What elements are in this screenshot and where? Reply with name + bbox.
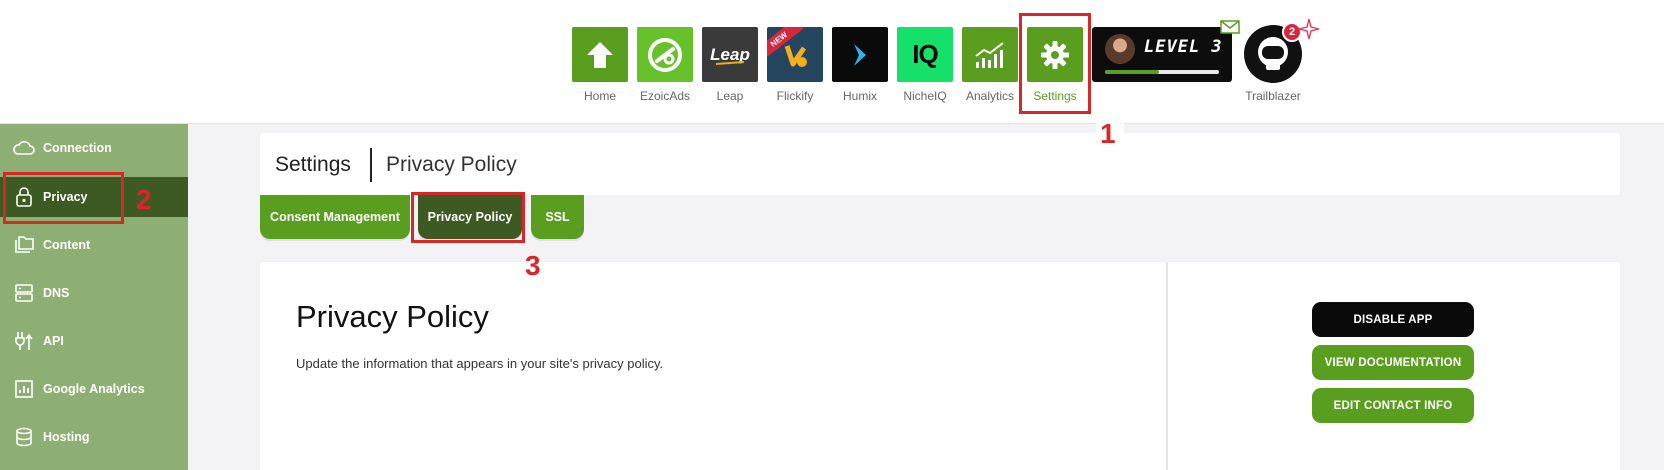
sidebar-item-label: Hosting (43, 430, 90, 444)
bar-chart-icon (15, 380, 33, 398)
sidebar-item-connection[interactable]: Connection (0, 128, 188, 168)
disable-app-button[interactable]: DISABLE APP (1312, 302, 1474, 337)
database-icon (16, 427, 32, 447)
trailblazer-label: Trailblazer (1245, 89, 1301, 103)
privacy-policy-panel: Privacy Policy Update the information th… (260, 262, 1166, 470)
sidebar-item-hosting[interactable]: Hosting (0, 417, 188, 457)
page-title-card: Settings Privacy Policy (260, 133, 1620, 195)
annotation-number-1: 1 (1100, 118, 1116, 149)
annotation-number-3: 3 (525, 250, 541, 281)
content-title: Privacy Policy (296, 299, 489, 334)
gear-icon (1027, 27, 1083, 82)
view-documentation-button[interactable]: VIEW DOCUMENTATION (1312, 345, 1474, 380)
leap-logo-icon: Leap (702, 27, 758, 82)
flickify-logo-icon: NEW (767, 27, 823, 82)
user-avatar (1105, 34, 1135, 64)
sidebar-item-label: Google Analytics (43, 382, 145, 396)
edit-contact-info-button[interactable]: EDIT CONTACT INFO (1312, 388, 1474, 423)
level-text: LEVEL 3 (1144, 37, 1223, 57)
lock-icon (16, 187, 32, 207)
actions-panel: DISABLE APP VIEW DOCUMENTATION EDIT CONT… (1168, 262, 1620, 470)
level-progress-fill (1105, 70, 1159, 74)
nicheiq-logo-text: IQ (912, 39, 938, 69)
sidebar-item-google-analytics[interactable]: Google Analytics (0, 369, 188, 409)
sidebar-item-label: Connection (43, 141, 112, 155)
tab-consent-management[interactable]: Consent Management (260, 195, 410, 239)
sidebar-item-label: Content (43, 238, 91, 252)
server-icon (15, 284, 33, 302)
top-app-bar: Home EzoicAds Leap Leap NEW Flickify Hum… (0, 0, 1664, 124)
humix-chevron-icon (832, 27, 888, 82)
level-progress-track (1105, 70, 1219, 74)
title-divider (370, 148, 372, 182)
cloud-icon (13, 141, 35, 155)
tab-privacy-policy[interactable]: Privacy Policy (418, 195, 522, 239)
sidebar-item-label: Privacy (43, 190, 88, 204)
sparkle-icon (1298, 18, 1320, 40)
sidebar-item-label: API (43, 334, 64, 348)
sidebar-item-dns[interactable]: DNS (0, 273, 188, 313)
page-title: Privacy Policy (386, 153, 517, 176)
sidebar-item-api[interactable]: API (0, 321, 188, 361)
level-widget[interactable]: LEVEL 3 (1092, 27, 1232, 82)
sidebar-item-content[interactable]: Content (0, 225, 188, 265)
app-label: Settings (1033, 89, 1077, 103)
sidebar-item-label: DNS (43, 286, 70, 300)
sidebar: Connection Privacy Content DNS API Googl… (0, 124, 188, 470)
api-plug-icon (15, 332, 33, 350)
page-title-section: Settings (275, 153, 351, 176)
app-settings[interactable]: Settings (1027, 27, 1083, 103)
nicheiq-logo-icon: IQ (897, 27, 953, 82)
mail-icon[interactable] (1220, 20, 1240, 34)
tab-ssl[interactable]: SSL (531, 195, 584, 239)
folders-icon (15, 236, 34, 253)
sidebar-item-privacy[interactable]: Privacy (0, 177, 188, 217)
home-icon (572, 27, 628, 82)
content-description: Update the information that appears in y… (296, 356, 664, 371)
analytics-chart-icon (962, 27, 1018, 82)
annotation-number-2: 2 (136, 184, 152, 215)
ezoicads-logo-icon (637, 27, 693, 82)
